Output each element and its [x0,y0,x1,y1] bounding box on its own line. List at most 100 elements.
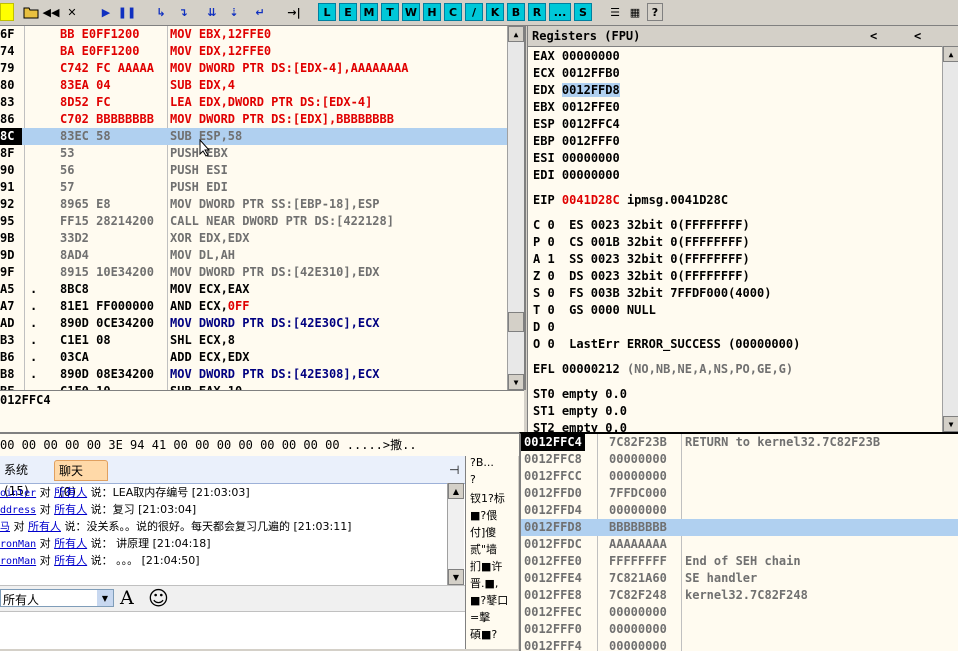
recipient-select[interactable]: 所有人 ▼ [0,589,114,607]
disassembly-row[interactable]: 92 8965 E8 MOV DWORD PTR SS:[EBP-18],ESP [0,196,508,213]
register-value[interactable]: 00000000 [562,151,620,165]
disassembly-row[interactable]: AD. 890D 0CE34200 MOV DWORD PTR DS:[42E30C… [0,315,508,332]
eip-row[interactable]: EIP 0041D28C ipmsg.0041D28C [533,192,728,209]
disassembly-row[interactable]: B6. 03CA ADD ECX,EDX [0,349,508,366]
stack-row[interactable]: 0012FFF4 00000000 [521,638,958,651]
scroll-down-icon[interactable]: ▼ [943,416,958,432]
tab-chat[interactable]: 聊天 (0) [54,460,108,499]
stack-row[interactable]: 0012FFEC 00000000 [521,604,958,621]
stack-row[interactable]: 0012FFCC 00000000 [521,468,958,485]
disassembly-row[interactable]: 95 FF15 28214200 CALL NEAR DWORD PTR DS:[4… [0,213,508,230]
disassembly-row[interactable]: 9F 8915 10E34200 MOV DWORD PTR DS:[42E310]… [0,264,508,281]
flag-row[interactable]: Z 0 DS 0023 32bit 0(FFFFFFFF) [533,268,750,285]
register-value[interactable]: 0012FFE0 [562,100,620,114]
step-into-icon[interactable]: ↳ [152,3,170,21]
register-value[interactable]: 0012FFD8 [561,83,620,97]
target-link[interactable]: 所有人 [54,554,87,567]
scroll-down-icon[interactable]: ▼ [508,374,524,390]
flag-row[interactable]: A 1 SS 0023 32bit 0(FFFFFFFF) [533,251,750,268]
disassembly-row[interactable]: B8. 890D 08E34200 MOV DWORD PTR DS:[42E308… [0,366,508,383]
chevron-down-icon[interactable]: ▼ [97,590,113,606]
registers-scrollbar[interactable]: ▲ ▼ [942,46,958,432]
stack-row[interactable]: 0012FFE0 FFFFFFFF End of SEH chain [521,553,958,570]
register-row[interactable]: EDX 0012FFD8 [533,82,620,99]
stack-row[interactable]: 0012FFF0 00000000 [521,621,958,638]
trace-into-icon[interactable]: ⇊ [203,3,221,21]
register-value[interactable]: 0012FFB0 [562,66,620,80]
disassembly-row[interactable]: 80 83EA 04 SUB EDX,4 [0,77,508,94]
disassembly-pane[interactable]: 6F BB E0FF1200 MOV EBX,12FFE0 74 BA E0FF1200… [0,26,526,390]
window-button-12[interactable]: S [574,3,592,21]
stack-row[interactable]: 0012FFE8 7C82F248 kernel32.7C82F248 [521,587,958,604]
chat-input[interactable] [0,612,465,649]
flag-row[interactable]: C 0 ES 0023 32bit 0(FFFFFFFF) [533,217,750,234]
window-button-3[interactable]: T [381,3,399,21]
step-over-icon[interactable]: ↴ [174,3,192,21]
help-icon[interactable]: ? [647,3,663,21]
window-button-11[interactable]: ... [549,3,571,21]
fpu-row[interactable]: ST2 empty 0.0 [533,420,627,432]
run-icon[interactable]: ▶ [97,3,115,21]
scroll-thumb[interactable] [508,312,524,332]
stack-row[interactable]: 0012FFE4 7C821A60 SE handler [521,570,958,587]
scroll-up-icon[interactable]: ▲ [508,26,524,42]
sender-link[interactable]: 马 [0,522,10,533]
disassembly-scrollbar[interactable]: ▲ ▼ [507,26,524,390]
disassembly-row[interactable]: 8C 83EC 58 SUB ESP,58 [0,128,508,145]
disassembly-row[interactable]: 9D 8AD4 MOV DL,AH [0,247,508,264]
close-icon[interactable]: ✕ [63,3,81,21]
target-link[interactable]: 所有人 [54,486,87,499]
target-link[interactable]: 所有人 [28,520,61,533]
window-button-0[interactable]: L [318,3,336,21]
stack-pane[interactable]: 0012FFC4 7C82F23B RETURN to kernel32.7C82F… [519,432,958,651]
fpu-row[interactable]: ST0 empty 0.0 [533,386,627,403]
register-row[interactable]: ESI 00000000 [533,150,620,167]
disassembly-row[interactable]: 79 C742 FC AAAAA MOV DWORD PTR DS:[EDX-4],… [0,60,508,77]
register-value[interactable]: 00000212 [562,362,620,376]
stack-row[interactable]: 0012FFD0 7FFDC000 [521,485,958,502]
pause-icon[interactable]: ❚❚ [118,3,136,21]
stack-row[interactable]: 0012FFD8 BBBBBBBB [521,519,958,536]
emoji-icon[interactable]: ☺ [148,586,169,610]
register-row[interactable]: EDI 00000000 [533,167,620,184]
target-link[interactable]: 所有人 [54,503,87,516]
disassembly-row[interactable]: 91 57 PUSH EDI [0,179,508,196]
disassembly-row[interactable]: A7. 81E1 FF000000 AND ECX,0FF [0,298,508,315]
execute-till-return-icon[interactable]: ↵ [251,3,269,21]
sender-link[interactable]: ronMan [0,539,36,550]
window-button-4[interactable]: W [402,3,420,21]
register-value[interactable]: 00000000 [562,49,620,63]
register-value[interactable]: 0012FFC4 [562,117,620,131]
registers-pane[interactable]: Registers (FPU) < < EAX 00000000 ECX 0012… [527,26,958,432]
disassembly-row[interactable]: 9B 33D2 XOR EDX,EDX [0,230,508,247]
nav-left-button[interactable]: < [870,26,877,46]
fpu-row[interactable]: ST1 empty 0.0 [533,403,627,420]
go-to-icon[interactable]: →| [285,3,303,21]
window-button-1[interactable]: E [339,3,357,21]
stack-row[interactable]: 0012FFC8 00000000 [521,451,958,468]
scroll-up-icon[interactable]: ▲ [448,483,464,499]
open-folder-icon[interactable] [22,3,40,21]
yellow-button[interactable] [0,3,14,21]
disassembly-row[interactable]: 83 8D52 FC LEA EDX,DWORD PTR DS:[EDX-4] [0,94,508,111]
window-button-10[interactable]: R [528,3,546,21]
font-icon[interactable]: A [120,587,134,609]
disassembly-row[interactable]: BE. C1E0 10 SUB EAX,10 [0,383,508,390]
sender-link[interactable]: ddress [0,505,36,516]
efl-row[interactable]: EFL 00000212 (NO,NB,NE,A,NS,PO,GE,G) [533,361,793,378]
stack-row[interactable]: 0012FFD4 00000000 [521,502,958,519]
sender-link[interactable]: ointer [0,488,36,499]
scroll-up-icon[interactable]: ▲ [943,46,958,62]
nav-left-button-2[interactable]: < [914,26,921,46]
register-value[interactable]: 00000000 [562,168,620,182]
stack-row[interactable]: 0012FFC4 7C82F23B RETURN to kernel32.7C82F… [521,434,958,451]
disassembly-row[interactable]: 6F BB E0FF1200 MOV EBX,12FFE0 [0,26,508,43]
stack-row[interactable]: 0012FFDC AAAAAAAA [521,536,958,553]
window-button-8[interactable]: K [486,3,504,21]
grid-icon[interactable]: ▦ [626,3,644,21]
disassembly-row[interactable]: A5. 8BC8 MOV ECX,EAX [0,281,508,298]
flag-row[interactable]: T 0 GS 0000 NULL [533,302,656,319]
memory-dump-pane[interactable]: 00 00 00 00 00 3E 94 41 00 00 00 00 00 0… [0,432,520,456]
target-link[interactable]: 所有人 [54,537,87,550]
disassembly-row[interactable]: 74 BA E0FF1200 MOV EDX,12FFE0 [0,43,508,60]
